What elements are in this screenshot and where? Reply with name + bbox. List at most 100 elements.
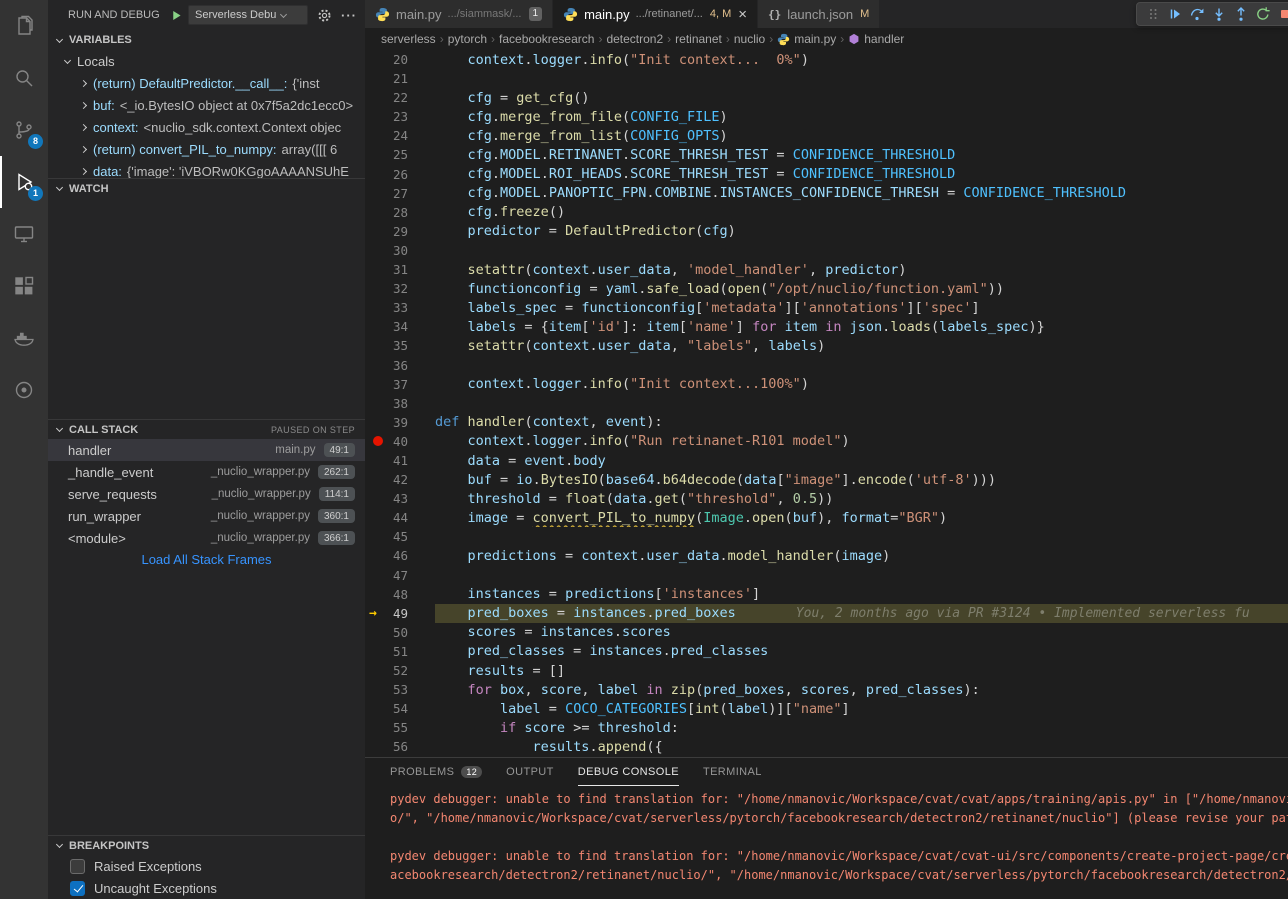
code-line-49[interactable]: →49 pred_boxes = instances.pred_boxesYou… [365, 604, 1288, 623]
stack-frame-run_wrapper[interactable]: run_wrapper_nuclio_wrapper.py360:1 [48, 505, 365, 527]
gutter-line-34[interactable]: 34 [365, 317, 435, 336]
watch-section-header[interactable]: WATCH [48, 178, 365, 198]
code-line-31[interactable]: 31 setattr(context.user_data, 'model_han… [365, 260, 1288, 279]
code-editor[interactable]: 20 context.logger.info("Init context... … [365, 50, 1288, 757]
gutter-line-54[interactable]: 54 [365, 699, 435, 718]
gutter-line-43[interactable]: 43 [365, 489, 435, 508]
breadcrumb-item-handler[interactable]: handler [848, 32, 904, 46]
search-icon[interactable] [0, 52, 48, 104]
breakpoint-item[interactable]: Uncaught Exceptions [48, 877, 365, 899]
gutter-line-56[interactable]: 56 [365, 737, 435, 756]
gutter-line-40[interactable]: 40 [365, 432, 435, 451]
code-line-32[interactable]: 32 functionconfig = yaml.safe_load(open(… [365, 279, 1288, 298]
stack-frame-_handle_event[interactable]: _handle_event_nuclio_wrapper.py262:1 [48, 461, 365, 483]
start-debug-button[interactable] [170, 9, 183, 22]
variable-row[interactable]: (return) DefaultPredictor.__call__:{'ins… [48, 72, 365, 94]
code-line-27[interactable]: 27 cfg.MODEL.PANOPTIC_FPN.COMBINE.INSTAN… [365, 184, 1288, 203]
gutter-line-44[interactable]: 44 [365, 508, 435, 527]
gutter-line-35[interactable]: 35 [365, 336, 435, 355]
more-actions-icon[interactable]: ··· [341, 8, 357, 23]
code-line-55[interactable]: 55 if score >= threshold: [365, 718, 1288, 737]
code-line-25[interactable]: 25 cfg.MODEL.RETINANET.SCORE_THRESH_TEST… [365, 145, 1288, 164]
code-line-36[interactable]: 36 [365, 356, 1288, 375]
gutter-line-23[interactable]: 23 [365, 107, 435, 126]
code-line-41[interactable]: 41 data = event.body [365, 451, 1288, 470]
code-line-43[interactable]: 43 threshold = float(data.get("threshold… [365, 489, 1288, 508]
code-line-42[interactable]: 42 buf = io.BytesIO(base64.b64decode(dat… [365, 470, 1288, 489]
gutter-line-36[interactable]: 36 [365, 356, 435, 375]
gutter-line-22[interactable]: 22 [365, 88, 435, 107]
extensions-icon[interactable] [0, 260, 48, 312]
gutter-line-55[interactable]: 55 [365, 718, 435, 737]
code-line-48[interactable]: 48 instances = predictions['instances'] [365, 585, 1288, 604]
code-line-33[interactable]: 33 labels_spec = functionconfig['metadat… [365, 298, 1288, 317]
breakpoint-icon[interactable] [373, 436, 383, 446]
gutter-line-20[interactable]: 20 [365, 50, 435, 69]
code-line-28[interactable]: 28 cfg.freeze() [365, 203, 1288, 222]
gutter-line-45[interactable]: 45 [365, 527, 435, 546]
gutter-line-41[interactable]: 41 [365, 451, 435, 470]
gutter-line-25[interactable]: 25 [365, 145, 435, 164]
breadcrumb-item-serverless[interactable]: serverless [381, 32, 436, 46]
explorer-icon[interactable] [0, 0, 48, 52]
gutter-line-28[interactable]: 28 [365, 203, 435, 222]
code-line-35[interactable]: 35 setattr(context.user_data, "labels", … [365, 336, 1288, 355]
gutter-line-31[interactable]: 31 [365, 260, 435, 279]
gutter-line-46[interactable]: 46 [365, 546, 435, 565]
code-line-30[interactable]: 30 [365, 241, 1288, 260]
docker-icon[interactable] [0, 312, 48, 364]
gutter-line-33[interactable]: 33 [365, 298, 435, 317]
code-line-39[interactable]: 39def handler(context, event): [365, 413, 1288, 432]
source-control-icon[interactable]: 8 [0, 104, 48, 156]
code-line-21[interactable]: 21 [365, 69, 1288, 88]
gutter-line-49[interactable]: →49 [365, 604, 435, 623]
tab-output[interactable]: OUTPUT [506, 758, 554, 786]
code-line-46[interactable]: 46 predictions = context.user_data.model… [365, 546, 1288, 565]
code-line-26[interactable]: 26 cfg.MODEL.ROI_HEADS.SCORE_THRESH_TEST… [365, 165, 1288, 184]
gutter-line-37[interactable]: 37 [365, 375, 435, 394]
code-line-29[interactable]: 29 predictor = DefaultPredictor(cfg) [365, 222, 1288, 241]
tab-problems[interactable]: PROBLEMS 12 [390, 758, 482, 786]
code-line-51[interactable]: 51 pred_classes = instances.pred_classes [365, 642, 1288, 661]
gutter-line-21[interactable]: 21 [365, 69, 435, 88]
tab-terminal[interactable]: TERMINAL [703, 758, 762, 786]
code-line-37[interactable]: 37 context.logger.info("Init context...1… [365, 375, 1288, 394]
breadcrumb-item-retinanet[interactable]: retinanet [675, 32, 722, 46]
code-line-45[interactable]: 45 [365, 527, 1288, 546]
variable-row[interactable]: data:{'image': 'iVBORw0KGgoAAAANSUhE [48, 160, 365, 178]
stack-frame-module[interactable]: <module>_nuclio_wrapper.py366:1 [48, 527, 365, 549]
stack-frame-handler[interactable]: handlermain.py49:1 [48, 439, 365, 461]
gutter-line-39[interactable]: 39 [365, 413, 435, 432]
code-line-22[interactable]: 22 cfg = get_cfg() [365, 88, 1288, 107]
variable-row[interactable]: buf:<_io.BytesIO object at 0x7f5a2dc1ecc… [48, 94, 365, 116]
gutter-line-53[interactable]: 53 [365, 680, 435, 699]
tab-debug-console[interactable]: DEBUG CONSOLE [578, 758, 679, 786]
variable-row[interactable]: context:<nuclio_sdk.context.Context obje… [48, 116, 365, 138]
code-line-54[interactable]: 54 label = COCO_CATEGORIES[int(label)]["… [365, 699, 1288, 718]
debug-config-select[interactable]: Serverless Debu [188, 5, 308, 25]
breadcrumb-item-nuclio[interactable]: nuclio [734, 32, 765, 46]
run-debug-icon[interactable]: 1 [0, 156, 48, 208]
gutter-line-38[interactable]: 38 [365, 394, 435, 413]
code-line-50[interactable]: 50 scores = instances.scores [365, 623, 1288, 642]
gutter-line-52[interactable]: 52 [365, 661, 435, 680]
gutter-line-29[interactable]: 29 [365, 222, 435, 241]
breadcrumb-item-detectron2[interactable]: detectron2 [606, 32, 663, 46]
code-line-20[interactable]: 20 context.logger.info("Init context... … [365, 50, 1288, 69]
remote-explorer-icon[interactable] [0, 208, 48, 260]
callstack-section-header[interactable]: CALL STACK PAUSED ON STEP [48, 419, 365, 439]
close-tab-icon[interactable]: × [738, 7, 747, 22]
restart-icon[interactable] [1252, 3, 1274, 25]
code-line-52[interactable]: 52 results = [] [365, 661, 1288, 680]
breadcrumb-item-main-py[interactable]: main.py [777, 32, 836, 46]
drag-grip-icon[interactable] [1142, 3, 1164, 25]
gutter-line-51[interactable]: 51 [365, 642, 435, 661]
step-into-icon[interactable] [1208, 3, 1230, 25]
checkbox[interactable] [70, 859, 85, 874]
gutter-line-26[interactable]: 26 [365, 165, 435, 184]
gutter-line-32[interactable]: 32 [365, 279, 435, 298]
gutter-line-48[interactable]: 48 [365, 585, 435, 604]
code-line-24[interactable]: 24 cfg.merge_from_list(CONFIG_OPTS) [365, 126, 1288, 145]
circle-tool-icon[interactable] [0, 364, 48, 416]
breakpoints-section-header[interactable]: BREAKPOINTS [48, 835, 365, 855]
